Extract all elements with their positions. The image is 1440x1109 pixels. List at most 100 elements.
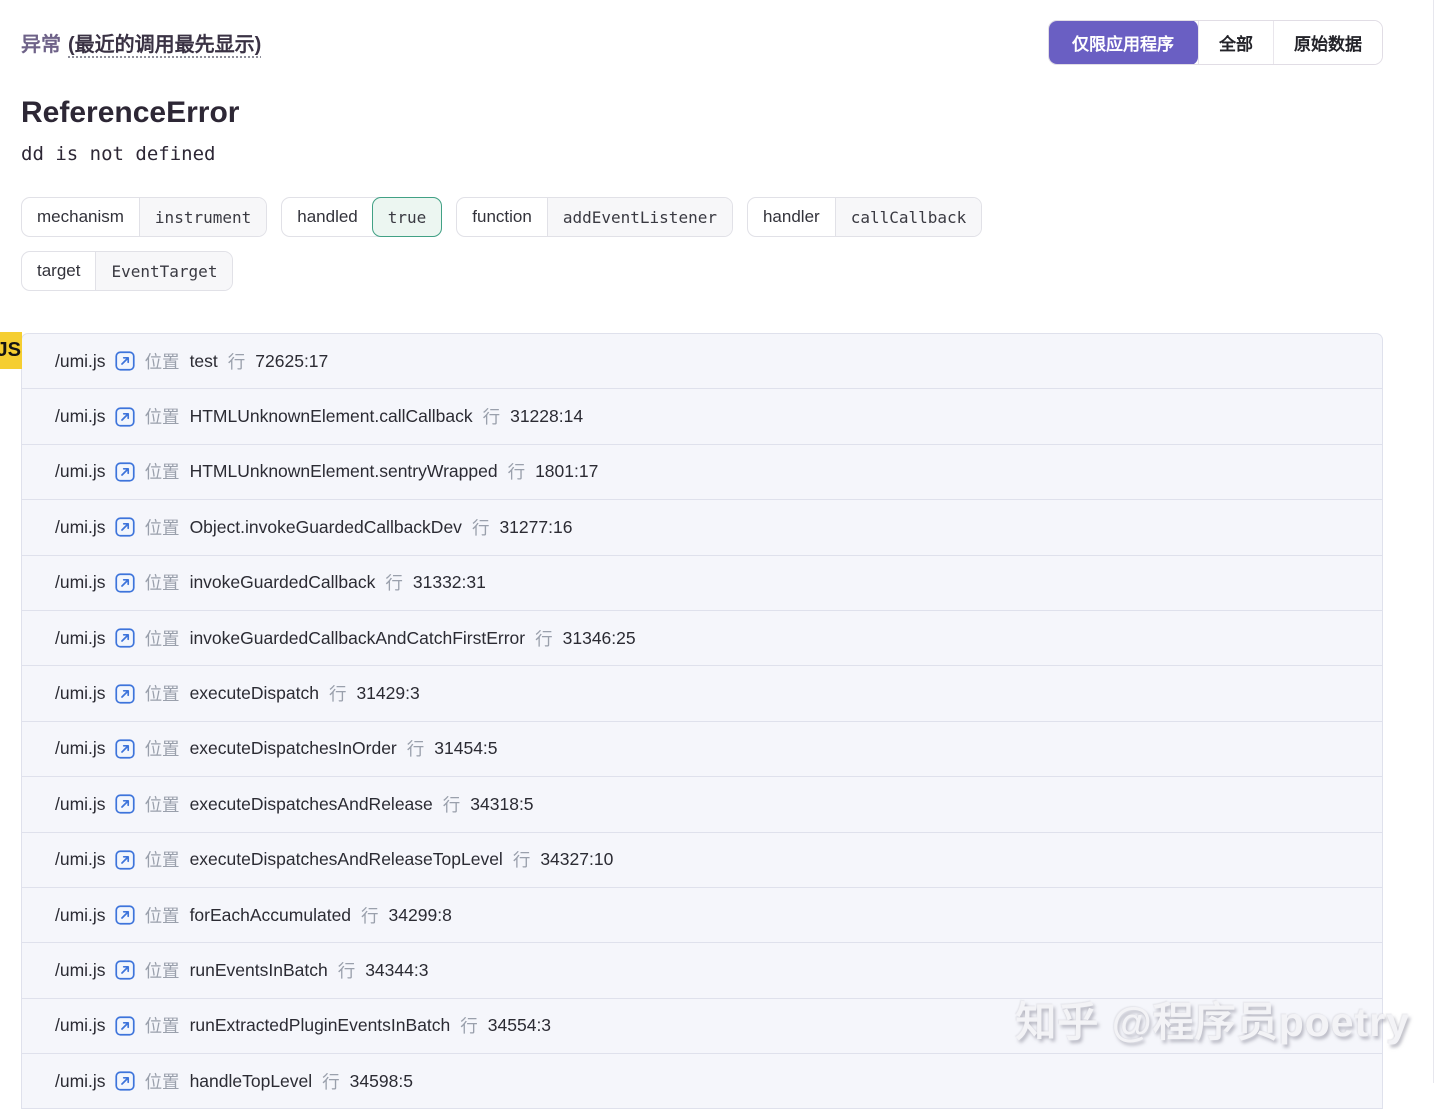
page-right-border [1433, 0, 1434, 1083]
tag-list: mechanism instrument handled true functi… [21, 197, 1171, 291]
external-link-icon[interactable] [115, 407, 135, 427]
stack-frame-row[interactable]: /umi.js 位置 invokeGuardedCallback 行 31332… [22, 556, 1382, 611]
external-link-icon[interactable] [115, 462, 135, 482]
frame-location-label: 位置 [145, 903, 180, 928]
frame-line-number: 34554:3 [488, 1015, 551, 1036]
frame-line-number: 34327:10 [540, 849, 613, 870]
frame-line-label: 行 [460, 1013, 478, 1038]
frame-location-label: 位置 [145, 736, 180, 761]
stack-frame-row[interactable]: /umi.js 位置 executeDispatchesAndReleaseTo… [22, 833, 1382, 888]
frame-module: /umi.js [55, 628, 106, 649]
view-toggle-group: 仅限应用程序 全部 原始数据 [1048, 20, 1383, 65]
frame-module: /umi.js [55, 905, 106, 926]
external-link-icon[interactable] [115, 684, 135, 704]
frame-line-number: 31277:16 [499, 517, 572, 538]
external-link-icon[interactable] [115, 351, 135, 371]
frame-line-label: 行 [385, 570, 403, 595]
tag-pill[interactable]: handler callCallback [747, 197, 982, 237]
tag-pill[interactable]: handled true [281, 197, 442, 237]
tag-pill[interactable]: mechanism instrument [21, 197, 267, 237]
external-link-icon[interactable] [115, 794, 135, 814]
watermark: 知乎 @程序员poetry [1015, 988, 1410, 1048]
frame-module: /umi.js [55, 572, 106, 593]
frame-line-label: 行 [483, 404, 501, 429]
frame-line-label: 行 [228, 349, 246, 374]
tag-key: handled [282, 198, 373, 236]
frame-function: executeDispatchesInOrder [190, 738, 397, 759]
frame-location-label: 位置 [145, 847, 180, 872]
tag-value: true [372, 197, 443, 237]
tag-pill[interactable]: function addEventListener [456, 197, 733, 237]
frame-module: /umi.js [55, 351, 106, 372]
frame-line-number: 34598:5 [350, 1071, 413, 1092]
error-message: dd is not defined [21, 143, 1383, 165]
frame-line-number: 34318:5 [470, 794, 533, 815]
error-type-title: ReferenceError [21, 96, 1383, 130]
frame-function: executeDispatchesAndRelease [190, 794, 433, 815]
frame-location-label: 位置 [145, 515, 180, 540]
external-link-icon[interactable] [115, 573, 135, 593]
frame-line-label: 行 [535, 626, 553, 651]
frame-line-number: 31454:5 [434, 738, 497, 759]
frame-line-label: 行 [508, 459, 526, 484]
stack-frame-row[interactable]: /umi.js 位置 Object.invokeGuardedCallbackD… [22, 500, 1382, 555]
section-title: 异常 (最近的调用最先显示) [21, 28, 261, 57]
external-link-icon[interactable] [115, 1016, 135, 1036]
frame-module: /umi.js [55, 849, 106, 870]
stack-frame-row[interactable]: /umi.js 位置 handleTopLevel 行 34598:5 [22, 1054, 1382, 1109]
external-link-icon[interactable] [115, 739, 135, 759]
frame-module: /umi.js [55, 683, 106, 704]
tag-value: callCallback [835, 198, 982, 236]
external-link-icon[interactable] [115, 850, 135, 870]
view-toggle-button[interactable]: 仅限应用程序 [1048, 20, 1198, 65]
frame-line-number: 31429:3 [356, 683, 419, 704]
frame-function: HTMLUnknownElement.callCallback [190, 406, 473, 427]
frame-function: invokeGuardedCallbackAndCatchFirstError [190, 628, 526, 649]
frame-line-label: 行 [361, 903, 379, 928]
frame-location-label: 位置 [145, 681, 180, 706]
stack-frame-row[interactable]: /umi.js 位置 HTMLUnknownElement.sentryWrap… [22, 445, 1382, 500]
external-link-icon[interactable] [115, 1071, 135, 1091]
frame-function: runEventsInBatch [190, 960, 328, 981]
view-toggle-button[interactable]: 全部 [1198, 21, 1273, 64]
frame-function: forEachAccumulated [190, 905, 351, 926]
frame-module: /umi.js [55, 517, 106, 538]
frame-line-label: 行 [407, 736, 425, 761]
platform-js-badge: JS [0, 332, 22, 369]
external-link-icon[interactable] [115, 628, 135, 648]
exception-panel: 异常 (最近的调用最先显示) 仅限应用程序 全部 原始数据 ReferenceE… [21, 0, 1383, 1109]
section-title-text: 异常 [21, 28, 61, 57]
frame-function: handleTopLevel [190, 1071, 313, 1092]
stack-frame-row[interactable]: /umi.js 位置 invokeGuardedCallbackAndCatch… [22, 611, 1382, 666]
stack-frame-row[interactable]: /umi.js 位置 executeDispatchesInOrder 行 31… [22, 722, 1382, 777]
stack-frame-row[interactable]: /umi.js 位置 forEachAccumulated 行 34299:8 [22, 888, 1382, 943]
tag-value: instrument [139, 198, 266, 236]
frame-function: invokeGuardedCallback [190, 572, 376, 593]
frame-line-number: 31332:31 [413, 572, 486, 593]
frame-line-label: 行 [338, 958, 356, 983]
view-toggle-button[interactable]: 原始数据 [1273, 21, 1382, 64]
frame-function: runExtractedPluginEventsInBatch [190, 1015, 451, 1036]
stack-frame-row[interactable]: /umi.js 位置 executeDispatch 行 31429:3 [22, 666, 1382, 721]
frame-module: /umi.js [55, 960, 106, 981]
external-link-icon[interactable] [115, 517, 135, 537]
stack-frame-row[interactable]: /umi.js 位置 HTMLUnknownElement.callCallba… [22, 389, 1382, 444]
frame-location-label: 位置 [145, 1069, 180, 1094]
tag-pill[interactable]: target EventTarget [21, 251, 233, 291]
frame-module: /umi.js [55, 794, 106, 815]
frame-function: executeDispatchesAndReleaseTopLevel [190, 849, 503, 870]
frame-location-label: 位置 [145, 792, 180, 817]
frame-module: /umi.js [55, 1015, 106, 1036]
stack-frame-row[interactable]: /umi.js 位置 test 行 72625:17 [22, 334, 1382, 389]
frame-line-label: 行 [322, 1069, 340, 1094]
tag-value: addEventListener [547, 198, 732, 236]
frame-module: /umi.js [55, 406, 106, 427]
external-link-icon[interactable] [115, 905, 135, 925]
frame-line-label: 行 [472, 515, 490, 540]
stack-frame-row[interactable]: /umi.js 位置 executeDispatchesAndRelease 行… [22, 777, 1382, 832]
frame-line-label: 行 [513, 847, 531, 872]
frame-module: /umi.js [55, 461, 106, 482]
frame-line-number: 31228:14 [510, 406, 583, 427]
external-link-icon[interactable] [115, 960, 135, 980]
section-title-subtext[interactable]: (最近的调用最先显示) [68, 28, 261, 57]
